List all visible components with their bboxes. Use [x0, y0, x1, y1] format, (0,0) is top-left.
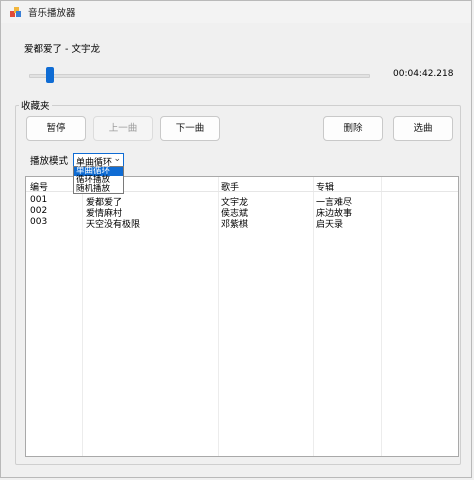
column-divider	[82, 177, 83, 456]
title-bar[interactable]: 音乐播放器	[1, 1, 471, 23]
column-header-album[interactable]: 专辑	[316, 180, 334, 193]
play-mode-select[interactable]: 单曲循环 ⌄	[73, 153, 124, 168]
current-song-title: 爱都爱了 - 文宇龙	[24, 44, 100, 55]
column-header-artist[interactable]: 歌手	[221, 180, 239, 193]
table-cell[interactable]: 启天录	[316, 217, 343, 230]
column-divider	[313, 177, 314, 456]
play-mode-dropdown: 单曲循环 循环播放 随机播放	[73, 166, 124, 194]
column-divider	[218, 177, 219, 456]
progress-slider[interactable]	[29, 74, 370, 78]
table-cell[interactable]: 003	[30, 217, 47, 227]
time-display: 00:04:42.218	[393, 69, 454, 79]
table-cell[interactable]: 001	[30, 195, 47, 205]
table-cell[interactable]: 邓紫棋	[221, 217, 248, 230]
select-song-button[interactable]: 选曲	[393, 116, 453, 141]
pause-button[interactable]: 暂停	[26, 116, 86, 141]
next-button[interactable]: 下一曲	[160, 116, 220, 141]
play-mode-label: 播放模式	[30, 156, 69, 167]
favorites-group-label: 收藏夹	[19, 98, 52, 112]
delete-button[interactable]: 删除	[323, 116, 383, 141]
table-cell[interactable]: 天空没有极限	[86, 217, 140, 230]
column-divider	[381, 177, 382, 456]
prev-button[interactable]: 上一曲	[93, 116, 153, 141]
column-header-id[interactable]: 编号	[30, 180, 48, 193]
music-player-window: 音乐播放器 爱都爱了 - 文宇龙 00:04:42.218 收藏夹 暂停 上一曲…	[0, 0, 472, 478]
window-title: 音乐播放器	[28, 8, 76, 19]
progress-slider-thumb[interactable]	[46, 67, 54, 83]
play-mode-option-random[interactable]: 随机播放	[74, 185, 123, 194]
playlist-table[interactable]: 编号 名称 歌手 专辑 001 爱都爱了 文宇龙 一言难尽 002 爱情麻村 侯…	[25, 176, 459, 457]
chevron-down-icon: ⌄	[113, 154, 121, 164]
table-cell[interactable]: 002	[30, 206, 47, 216]
music-app-icon	[10, 7, 21, 17]
